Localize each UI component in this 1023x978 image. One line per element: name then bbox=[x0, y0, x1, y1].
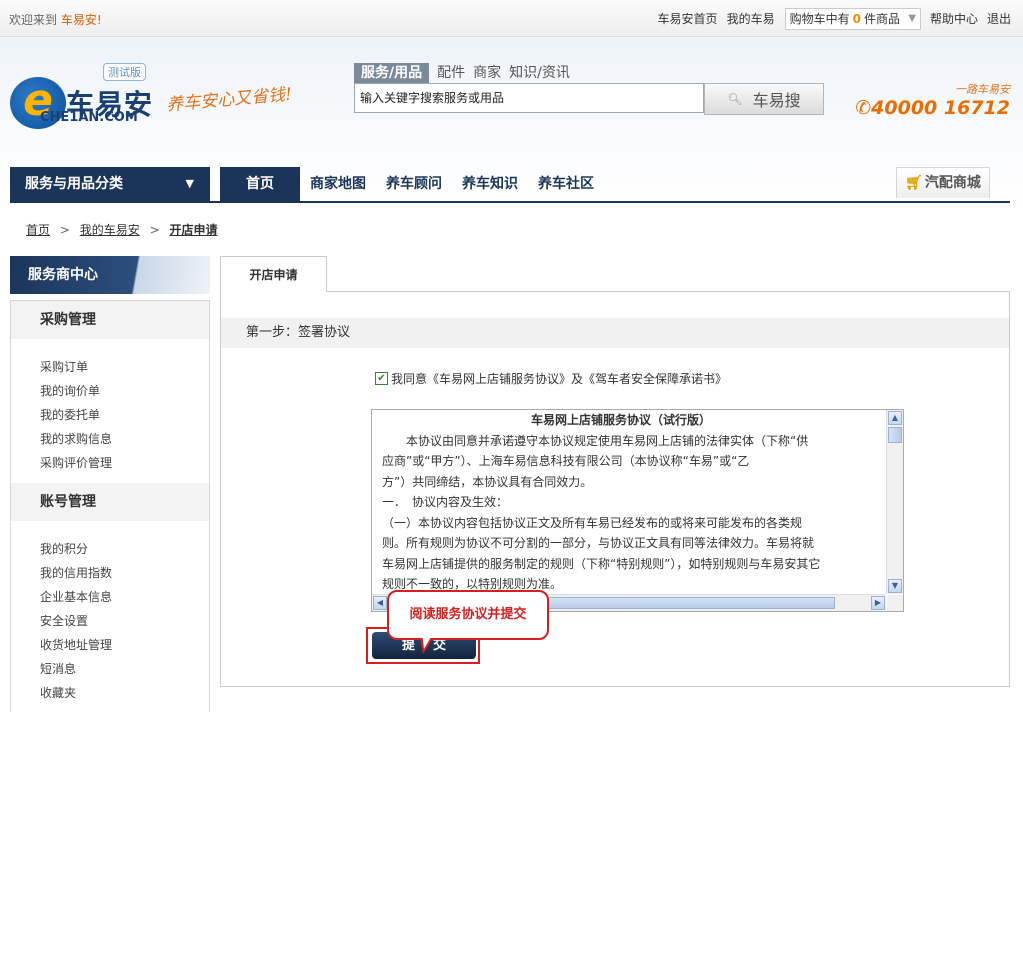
terms-line: 车易网上店铺提供的服务制定的规则（下称“特别规则”），如特别规则与车易安其它 bbox=[382, 556, 821, 571]
vertical-scroll-thumb[interactable] bbox=[888, 427, 902, 443]
sidebar-item-favorites[interactable]: 收藏夹 bbox=[40, 681, 209, 705]
category-menu[interactable]: 服务与用品分类 ▼ bbox=[10, 167, 210, 201]
scroll-up-icon[interactable]: ▲ bbox=[888, 411, 902, 425]
sidebar-group-account: 我的积分 我的信用指数 企业基本信息 安全设置 收货地址管理 短消息 收藏夹 bbox=[11, 521, 209, 713]
sidebar-item-addresses[interactable]: 收货地址管理 bbox=[40, 633, 209, 657]
sidebar-item-points[interactable]: 我的积分 bbox=[40, 537, 209, 561]
sidebar-item-messages[interactable]: 短消息 bbox=[40, 657, 209, 681]
caret-down-icon: ▼ bbox=[185, 177, 194, 190]
parts-mall-button[interactable]: 🛒︎ 汽配商城 bbox=[896, 167, 990, 198]
nav-items: 首页 商家地图 养车顾问 养车知识 养车社区 bbox=[220, 167, 604, 201]
nav-item-knowledge[interactable]: 养车知识 bbox=[452, 167, 528, 201]
search-area: 服务/用品 配件 商家 知识/资讯 输入关键字搜索服务或用品 🔍︎ 车易搜 bbox=[354, 63, 824, 115]
nav-item-community[interactable]: 养车社区 bbox=[528, 167, 604, 201]
my-cheyi-link[interactable]: 我的车易 bbox=[727, 9, 775, 29]
welcome-text: 欢迎来到 车易安! bbox=[9, 11, 102, 28]
nav-item-home[interactable]: 首页 bbox=[220, 167, 300, 201]
sidebar-item-credit[interactable]: 我的信用指数 bbox=[40, 561, 209, 585]
search-button-label: 车易搜 bbox=[752, 91, 801, 110]
step-title: 第一步：签署协议 bbox=[221, 318, 1009, 348]
sidebar-item-commissions[interactable]: 我的委托单 bbox=[40, 403, 209, 427]
hotline-number-text: 40000 16712 bbox=[871, 97, 1010, 119]
agreement-checkbox[interactable]: ✔ bbox=[375, 372, 388, 385]
sidebar-group-purchase: 采购订单 我的询价单 我的委托单 我的求购信息 采购评价管理 bbox=[11, 339, 209, 483]
parts-mall-label: 汽配商城 bbox=[924, 175, 981, 191]
cart-prefix: 购物车中有 bbox=[789, 12, 850, 26]
search-tabs: 服务/用品 配件 商家 知识/资讯 bbox=[354, 63, 824, 83]
terms-line: 方”）共同缔结，本协议具有合同效力。 bbox=[382, 474, 593, 489]
scroll-down-icon[interactable]: ▼ bbox=[888, 579, 902, 593]
agreement-label: 我同意《车易网上店铺服务协议》及《驾车者安全保障承诺书》 bbox=[391, 372, 728, 386]
category-menu-label: 服务与用品分类 bbox=[25, 176, 123, 192]
breadcrumb-separator: > bbox=[59, 223, 70, 237]
sidebar-item-security[interactable]: 安全设置 bbox=[40, 609, 209, 633]
cart-dropdown[interactable]: 购物车中有 0 件商品 ▼ bbox=[784, 8, 921, 30]
terms-line: 应商”或“甲方”）、上海车易信息科技有限公司（本协议称“车易”或“乙 bbox=[382, 454, 750, 468]
scrollbar-corner bbox=[887, 595, 903, 611]
terms-line: 一． 协议内容及生效： bbox=[382, 495, 509, 509]
welcome-brand-link[interactable]: 车易安! bbox=[61, 13, 102, 27]
search-input[interactable]: 输入关键字搜索服务或用品 bbox=[354, 83, 705, 113]
terms-content: 车易网上店铺服务协议（试行版） 本协议由同意并承诺遵守本协议规定使用车易网上店铺… bbox=[382, 410, 860, 595]
terms-line: 则。所有规则为协议不可分割的一部分，与协议正文具有同等法律效力。车易将就 bbox=[382, 536, 815, 550]
help-center-link[interactable]: 帮助中心 bbox=[930, 9, 978, 29]
breadcrumb-separator: > bbox=[149, 223, 160, 237]
search-icon: 🔍︎ bbox=[727, 92, 743, 106]
breadcrumb: 首页 > 我的车易安 > 开店申请 bbox=[26, 221, 217, 238]
sidebar-item-purchase-orders[interactable]: 采购订单 bbox=[40, 355, 209, 379]
sidebar-title: 服务商中心 bbox=[10, 256, 210, 294]
nav-item-merchant-map[interactable]: 商家地图 bbox=[300, 167, 376, 201]
home-link[interactable]: 车易安首页 bbox=[658, 9, 718, 29]
hotline: 一路车易安 ✆40000 16712 bbox=[855, 81, 1010, 119]
sidebar-group-title-account: 账号管理 bbox=[11, 483, 209, 521]
cart-suffix: 件商品 bbox=[863, 12, 900, 26]
phone-icon: ✆ bbox=[855, 97, 872, 119]
sidebar-group-title-purchase: 采购管理 bbox=[11, 301, 209, 339]
slogan: 养车安心又省钱! bbox=[165, 84, 293, 116]
chevron-down-icon: ▼ bbox=[908, 13, 916, 24]
terms-textarea[interactable]: 车易网上店铺服务协议（试行版） 本协议由同意并承诺遵守本协议规定使用车易网上店铺… bbox=[371, 409, 904, 612]
search-tab-service[interactable]: 服务/用品 bbox=[354, 63, 430, 83]
callout-tail-inner bbox=[422, 632, 434, 649]
application-panel: 第一步：签署协议 ✔ 我同意《车易网上店铺服务协议》及《驾车者安全保障承诺书》 … bbox=[220, 291, 1010, 687]
sidebar-menu: 采购管理 采购订单 我的询价单 我的委托单 我的求购信息 采购评价管理 账号管理… bbox=[10, 300, 210, 712]
sidebar-item-inquiries[interactable]: 我的询价单 bbox=[40, 379, 209, 403]
scroll-left-icon[interactable]: ◀ bbox=[373, 596, 387, 610]
sidebar-item-reviews[interactable]: 采购评价管理 bbox=[40, 451, 209, 475]
sidebar-item-company-info[interactable]: 企业基本信息 bbox=[40, 585, 209, 609]
search-button[interactable]: 🔍︎ 车易搜 bbox=[704, 83, 824, 115]
logo-text-en: CHE1AN.COM bbox=[40, 110, 138, 125]
terms-title: 车易网上店铺服务协议（试行版） bbox=[530, 413, 711, 427]
hotline-number: ✆40000 16712 bbox=[855, 97, 1010, 119]
main-nav: 服务与用品分类 ▼ 首页 商家地图 养车顾问 养车知识 养车社区 🛒︎ 汽配商城 bbox=[10, 167, 1010, 203]
search-tab-parts[interactable]: 配件 bbox=[437, 63, 473, 83]
tab-open-shop[interactable]: 开店申请 bbox=[220, 256, 327, 292]
breadcrumb-my-cheyian[interactable]: 我的车易安 bbox=[80, 223, 140, 237]
top-links: 车易安首页 我的车易 购物车中有 0 件商品 ▼ 帮助中心 退出 bbox=[649, 8, 1011, 30]
top-bar: 欢迎来到 车易安! 车易安首页 我的车易 购物车中有 0 件商品 ▼ 帮助中心 退出 bbox=[0, 0, 1023, 37]
shopping-cart-icon: 🛒︎ bbox=[905, 175, 923, 191]
hotline-tag: 一路车易安 bbox=[955, 83, 1010, 96]
search-tab-merchants[interactable]: 商家 bbox=[473, 63, 509, 83]
scroll-right-icon[interactable]: ▶ bbox=[871, 596, 885, 610]
terms-line: 本协议由同意并承诺遵守本协议规定使用车易网上店铺的法律实体（下称“供 bbox=[382, 433, 809, 448]
breadcrumb-current[interactable]: 开店申请 bbox=[169, 223, 217, 237]
main-content: 开店申请 第一步：签署协议 ✔ 我同意《车易网上店铺服务协议》及《驾车者安全保障… bbox=[220, 256, 1010, 687]
breadcrumb-home[interactable]: 首页 bbox=[26, 223, 50, 237]
search-tab-knowledge[interactable]: 知识/资讯 bbox=[509, 63, 578, 83]
beta-badge: 测试版 bbox=[103, 63, 146, 81]
welcome-prefix: 欢迎来到 bbox=[9, 13, 58, 27]
nav-item-advisor[interactable]: 养车顾问 bbox=[376, 167, 452, 201]
terms-line: （一）本协议内容包括协议正文及所有车易已经发布的或将来可能发布的各类规 bbox=[382, 515, 803, 530]
sidebar: 服务商中心 采购管理 采购订单 我的询价单 我的委托单 我的求购信息 采购评价管… bbox=[10, 256, 210, 712]
cart-count: 0 bbox=[852, 12, 861, 26]
search-box: 输入关键字搜索服务或用品 🔍︎ 车易搜 bbox=[354, 83, 824, 115]
sidebar-item-wanted[interactable]: 我的求购信息 bbox=[40, 427, 209, 451]
vertical-scrollbar[interactable]: ▲ ▼ bbox=[886, 410, 903, 594]
logout-link[interactable]: 退出 bbox=[987, 9, 1011, 29]
agreement-checkbox-row[interactable]: ✔ 我同意《车易网上店铺服务协议》及《驾车者安全保障承诺书》 bbox=[375, 370, 727, 387]
instruction-callout: 阅读服务协议并提交 bbox=[387, 590, 549, 640]
